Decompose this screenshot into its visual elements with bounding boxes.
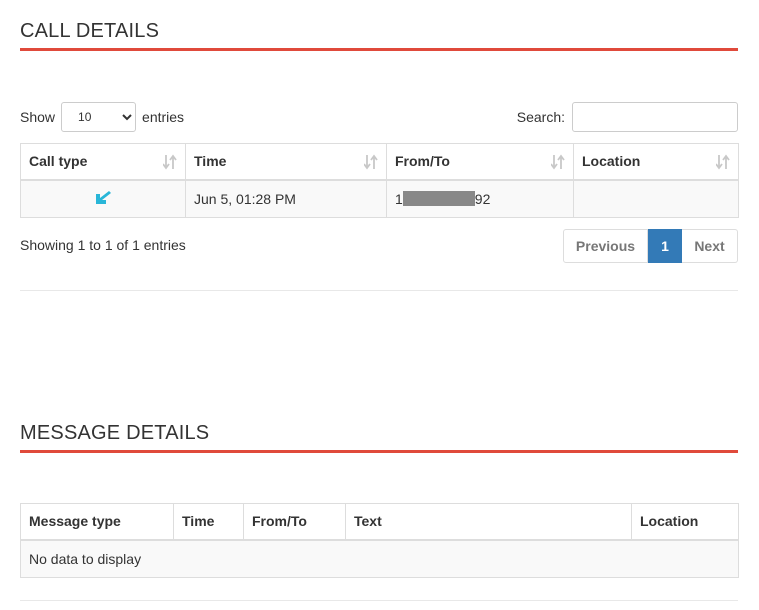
show-label: Show	[20, 109, 56, 125]
column-header-label: Text	[354, 513, 382, 530]
call-details-title: CALL DETAILS	[20, 20, 160, 42]
column-header-label: Location	[640, 513, 699, 530]
table-info-text: Showing 1 to 1 of 1 entries	[20, 237, 186, 253]
message-section-divider	[20, 600, 738, 601]
column-header-call-type[interactable]: Call type	[20, 143, 186, 181]
column-header-location[interactable]: Location	[573, 143, 739, 181]
call-from-to-cell: 1 92	[386, 179, 574, 218]
table-row[interactable]: Jun 5, 01:28 PM 1 92	[20, 179, 739, 218]
call-table-header-row: Call type Time From/To Location	[20, 143, 739, 181]
sort-both-icon	[716, 154, 730, 170]
column-header-location[interactable]: Location	[631, 503, 739, 541]
column-header-label: From/To	[395, 153, 450, 170]
sort-both-icon	[364, 154, 378, 170]
call-section-divider	[20, 290, 738, 291]
table-row: No data to display	[20, 539, 739, 578]
search-label: Search:	[516, 109, 565, 125]
phone-prefix: 1	[395, 190, 403, 207]
previous-page-button[interactable]: Previous	[563, 229, 648, 263]
column-header-time[interactable]: Time	[185, 143, 387, 181]
search-input[interactable]	[572, 102, 738, 132]
column-header-label: Location	[582, 153, 641, 170]
next-page-button[interactable]: Next	[682, 229, 738, 263]
column-header-text[interactable]: Text	[345, 503, 632, 541]
column-header-label: Time	[182, 513, 215, 530]
message-table-header-row: Message type Time From/To Text Location	[20, 503, 739, 541]
incoming-call-arrow-icon	[96, 191, 111, 205]
call-location-cell	[573, 179, 739, 218]
redacted-phone-block	[402, 190, 475, 206]
phone-suffix: 92	[474, 190, 491, 207]
column-header-label: Call type	[29, 153, 88, 170]
column-header-from-to[interactable]: From/To	[243, 503, 346, 541]
call-details-title-rule	[20, 48, 738, 51]
sort-both-icon	[163, 154, 177, 170]
column-header-time[interactable]: Time	[173, 503, 244, 541]
search-control: Search:	[517, 102, 738, 132]
column-header-label: Time	[194, 153, 227, 170]
entries-length-control: Show 10 entries	[20, 102, 184, 132]
empty-table-message: No data to display	[20, 539, 739, 578]
message-details-table: Message type Time From/To Text Location …	[20, 503, 739, 578]
column-header-message-type[interactable]: Message type	[20, 503, 174, 541]
message-details-title: MESSAGE DETAILS	[20, 422, 210, 444]
entries-label: entries	[142, 109, 185, 125]
call-type-cell	[20, 179, 186, 218]
pagination: Previous 1 Next	[563, 229, 738, 263]
call-time-cell: Jun 5, 01:28 PM	[185, 179, 387, 218]
column-header-label: Message type	[29, 513, 121, 530]
sort-both-icon	[551, 154, 565, 170]
message-details-title-rule	[20, 450, 738, 453]
page-1-button[interactable]: 1	[648, 229, 682, 263]
column-header-label: From/To	[252, 513, 307, 530]
entries-length-select[interactable]: 10	[61, 102, 137, 132]
column-header-from-to[interactable]: From/To	[386, 143, 574, 181]
call-details-table: Call type Time From/To Location Jun 5, 0…	[20, 143, 739, 218]
